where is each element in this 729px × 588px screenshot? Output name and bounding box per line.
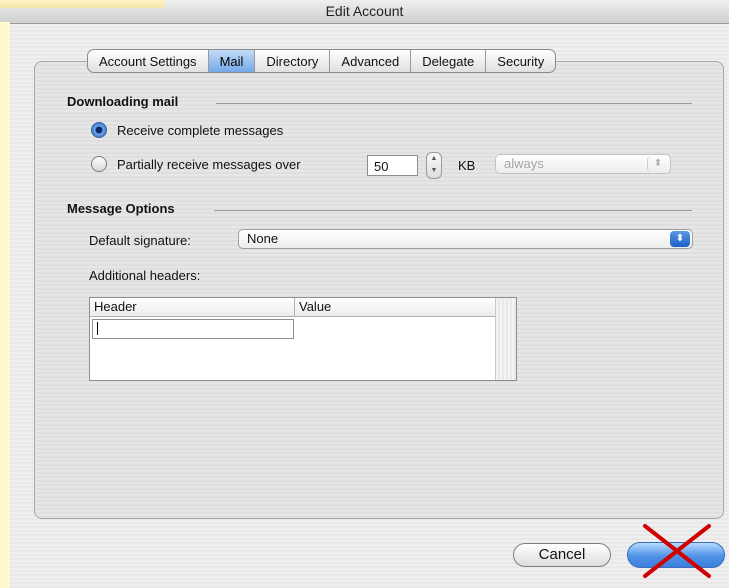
popup-arrows-icon[interactable]: ⬍ (670, 231, 690, 247)
stepper-up-icon[interactable]: ▲ (427, 153, 441, 165)
tab-advanced[interactable]: Advanced (330, 50, 412, 72)
signature-value: None (247, 231, 279, 246)
section-divider (214, 210, 692, 211)
default-signature-popup[interactable]: None ⬍ (238, 229, 693, 249)
text-caret (97, 322, 98, 335)
stepper-down-icon[interactable]: ▼ (427, 165, 441, 177)
column-value[interactable]: Value (295, 298, 496, 316)
frequency-value: always (504, 156, 544, 171)
popup-arrows-icon: ⬍ (647, 156, 668, 172)
table-scrollbar[interactable] (495, 298, 516, 380)
tab-bar: Account Settings Mail Directory Advanced… (87, 49, 557, 73)
radio-receive-complete[interactable] (91, 122, 107, 138)
tab-mail[interactable]: Mail (208, 50, 256, 72)
tab-delegate[interactable]: Delegate (411, 50, 487, 72)
tab-security[interactable]: Security (486, 50, 555, 72)
partially-receive-label[interactable]: Partially receive messages over (117, 157, 301, 172)
size-unit-label: KB (458, 158, 476, 173)
size-stepper[interactable]: ▲ ▼ (426, 152, 442, 179)
headers-table[interactable]: Header Value (89, 297, 517, 381)
header-cell-input[interactable] (92, 319, 294, 339)
edit-account-window: Edit Account Account Settings Mail Direc… (0, 0, 729, 588)
cancel-button[interactable]: Cancel (513, 543, 611, 567)
column-header[interactable]: Header (90, 298, 295, 316)
default-signature-label: Default signature: (89, 233, 191, 248)
title-bar: Edit Account (0, 0, 729, 24)
downloading-mail-heading: Downloading mail (67, 94, 179, 109)
receive-complete-label[interactable]: Receive complete messages (117, 123, 283, 138)
radio-partially-receive[interactable] (91, 156, 107, 172)
background-window-strip (0, 22, 10, 588)
tab-account-settings[interactable]: Account Settings (88, 50, 209, 72)
frequency-popup: always ⬍ (495, 154, 671, 174)
table-header-row: Header Value (90, 298, 496, 317)
section-divider (216, 103, 692, 104)
tab-directory[interactable]: Directory (255, 50, 331, 72)
window-title: Edit Account (325, 3, 404, 19)
red-x-overlay-icon (643, 524, 711, 578)
additional-headers-label: Additional headers: (89, 268, 201, 283)
message-options-heading: Message Options (67, 201, 175, 216)
size-limit-input[interactable]: 50 (367, 155, 418, 176)
